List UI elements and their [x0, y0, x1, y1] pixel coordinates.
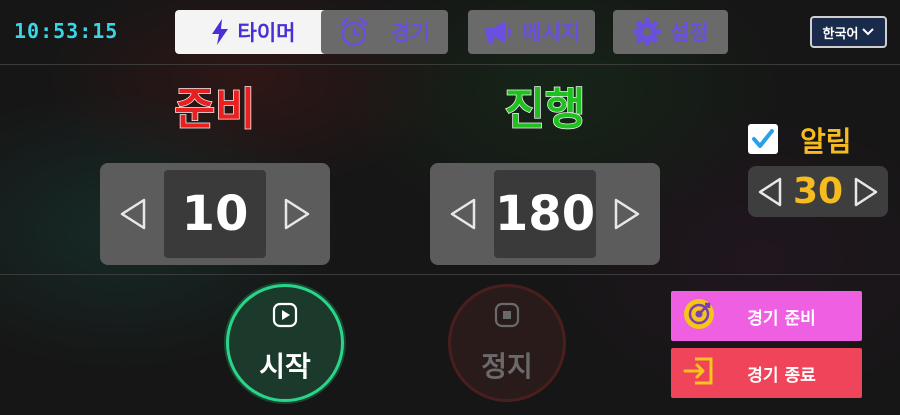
triangle-left-icon	[120, 198, 146, 230]
start-button[interactable]: 시작	[226, 284, 344, 402]
alarm-checkbox[interactable]	[748, 124, 778, 154]
triangle-right-icon	[614, 198, 640, 230]
exit-icon	[683, 356, 715, 391]
clock: 10:53:15	[14, 19, 119, 43]
prep-decrement-button[interactable]	[108, 179, 158, 249]
start-label: 시작	[259, 349, 311, 383]
triangle-left-icon	[758, 177, 782, 206]
alarm-stepper: 30	[748, 166, 888, 217]
match-end-label: 경기 종료	[747, 365, 816, 386]
tab-message-label: 메시지	[522, 21, 581, 45]
middle-divider	[0, 274, 900, 275]
match-ready-button[interactable]: 경기 준비	[671, 291, 862, 341]
tab-match[interactable]: 경기	[321, 10, 448, 54]
chevron-down-icon	[862, 25, 875, 40]
match-ready-label: 경기 준비	[747, 308, 816, 329]
language-select[interactable]: 한국어	[810, 16, 887, 48]
run-value: 180	[494, 170, 596, 258]
prep-stepper: 10	[100, 163, 330, 265]
tab-timer[interactable]: 타이머	[175, 10, 330, 54]
tab-timer-label: 타이머	[237, 21, 296, 45]
alarm-decrement-button[interactable]	[752, 169, 788, 215]
megaphone-icon	[483, 19, 515, 45]
prep-value: 10	[164, 170, 266, 258]
stop-button[interactable]: 정지	[448, 284, 566, 402]
run-decrement-button[interactable]	[438, 179, 488, 249]
language-label: 한국어	[822, 26, 859, 42]
alarm-value: 30	[792, 171, 844, 212]
target-icon	[683, 298, 715, 335]
run-increment-button[interactable]	[602, 179, 652, 249]
triangle-left-icon	[450, 198, 476, 230]
alarm-label: 알림	[800, 125, 852, 158]
lightning-icon	[210, 19, 230, 45]
triangle-right-icon	[854, 177, 878, 206]
alarm-increment-button[interactable]	[848, 169, 884, 215]
tab-match-label: 경기	[391, 21, 430, 45]
checkmark-icon	[752, 129, 774, 148]
run-title: 진행	[504, 83, 586, 136]
stop-icon	[494, 302, 520, 335]
header-divider	[0, 64, 900, 65]
prep-increment-button[interactable]	[272, 179, 322, 249]
match-end-button[interactable]: 경기 종료	[671, 348, 862, 398]
gear-icon	[632, 17, 662, 47]
stopwatch-icon	[339, 16, 369, 48]
prep-title: 준비	[174, 83, 256, 136]
tab-message[interactable]: 메시지	[468, 10, 595, 54]
run-stepper: 180	[430, 163, 660, 265]
tab-settings-label: 설정	[670, 21, 709, 45]
triangle-right-icon	[284, 198, 310, 230]
tab-settings[interactable]: 설정	[613, 10, 728, 54]
stop-label: 정지	[481, 349, 533, 383]
play-icon	[272, 302, 298, 335]
